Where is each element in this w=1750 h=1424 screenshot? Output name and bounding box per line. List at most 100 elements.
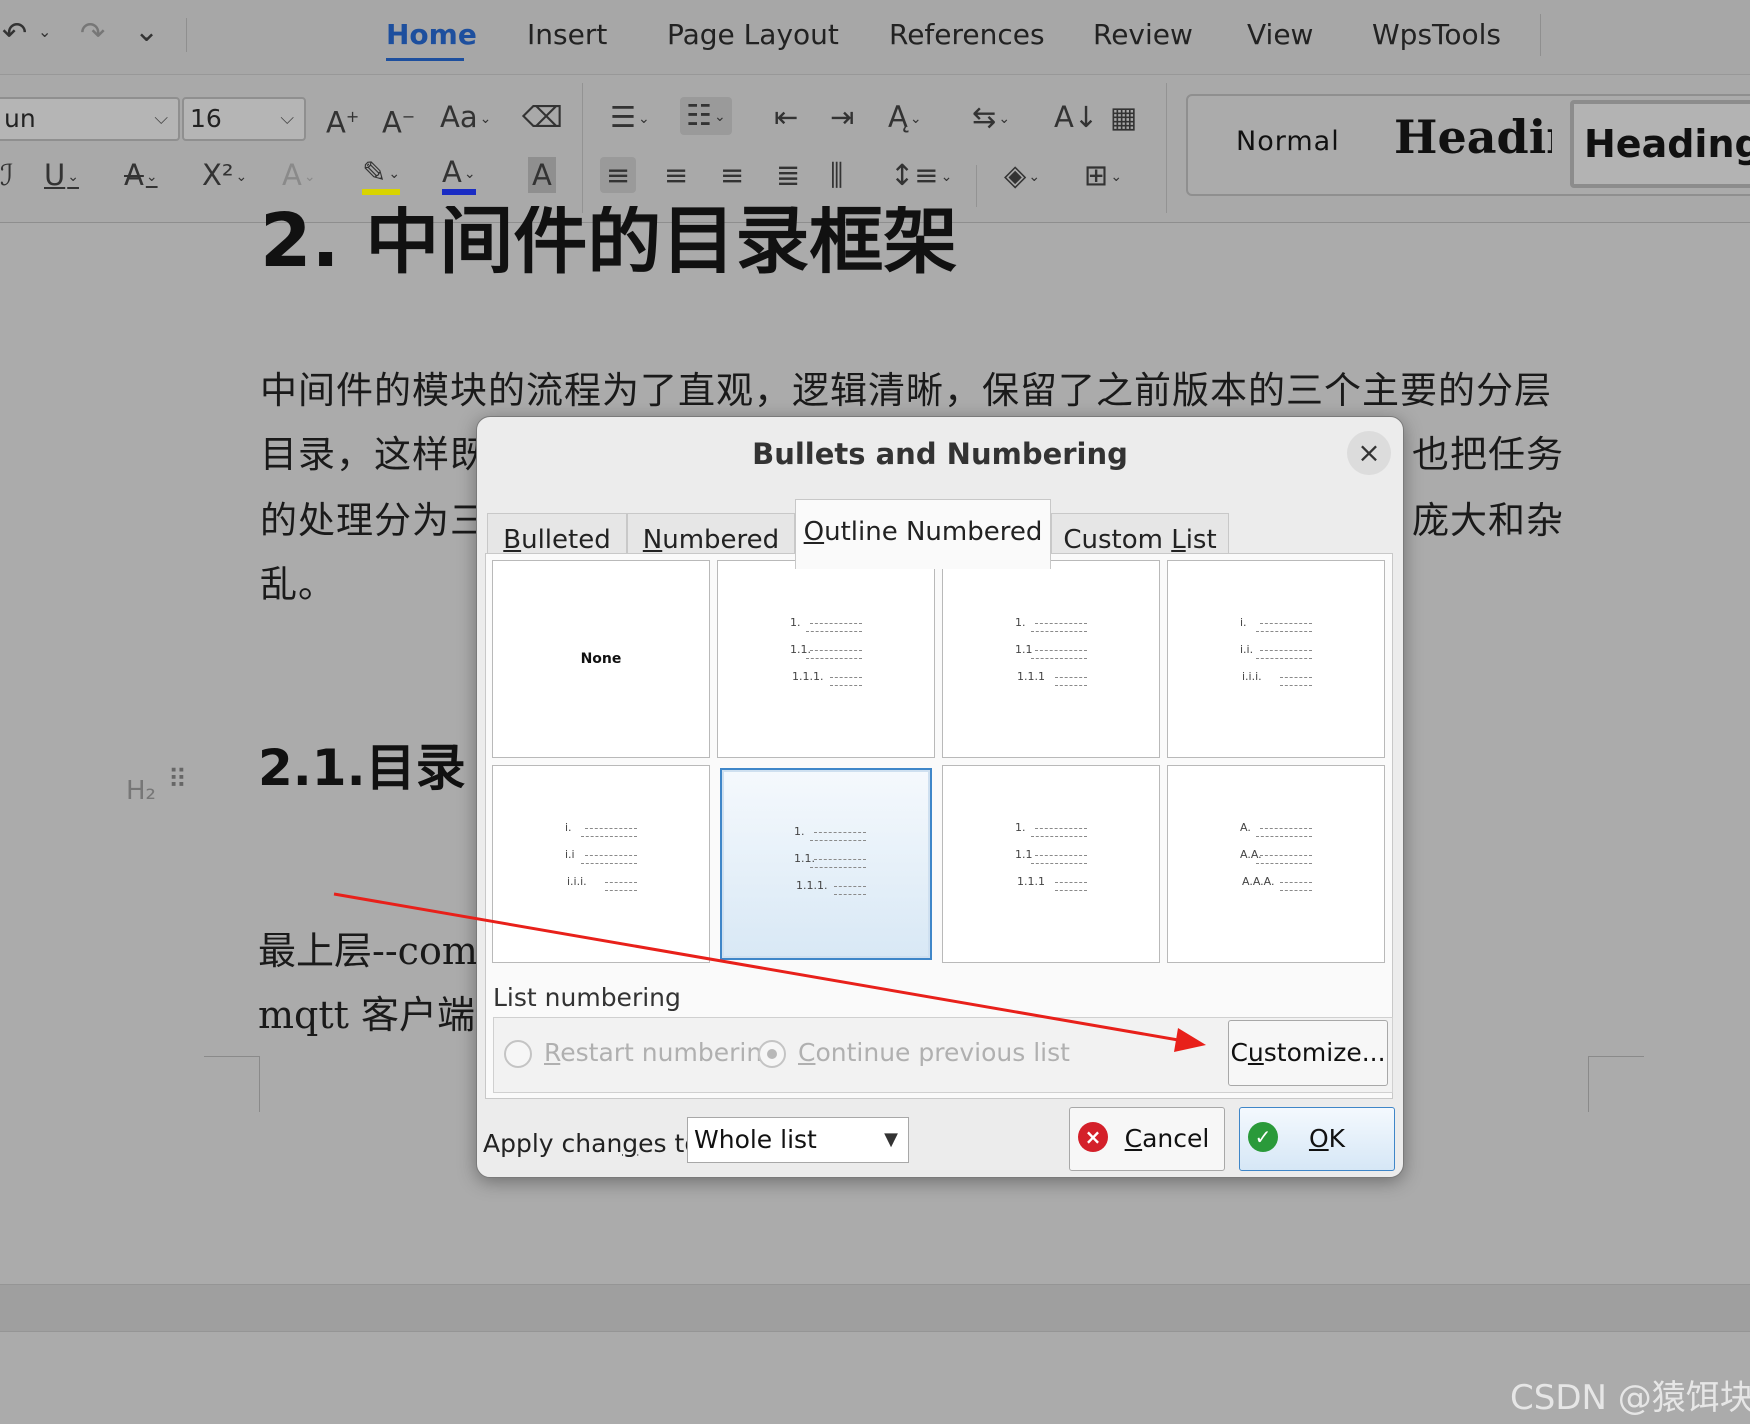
outline-option-1[interactable]: 1. 1.1. 1.1.1. <box>717 560 935 758</box>
grow-font-icon[interactable]: A+ <box>326 99 359 141</box>
cancel-button[interactable]: × Cancel <box>1069 1107 1225 1171</box>
outline-option-5-selected[interactable]: 1. 1.1. 1.1.1. <box>720 768 932 960</box>
tab-view[interactable]: View <box>1247 18 1313 51</box>
preview-text-dash <box>1031 863 1087 864</box>
text-direction-icon[interactable]: Ą ⌄ <box>888 99 922 137</box>
dropdown-arrow-icon: ▼ <box>884 1129 898 1150</box>
tab-wpstools[interactable]: WpsTools <box>1372 18 1501 51</box>
borders-icon[interactable]: ⊞ ⌄ <box>1084 157 1122 195</box>
decrease-indent-icon[interactable]: ⇤ <box>774 99 798 135</box>
preview-text-dash <box>810 623 862 624</box>
increase-indent-icon[interactable]: ⇥ <box>830 99 854 135</box>
character-shading-icon[interactable]: A <box>528 157 556 193</box>
numbering-icon[interactable]: ☷ ⌄ <box>680 97 732 135</box>
superscript-icon[interactable]: X² ⌄ <box>202 157 247 195</box>
restart-numbering-label: Restart numbering <box>544 1038 779 1067</box>
preview-text-dash <box>1256 658 1312 659</box>
sort-direction-icon[interactable]: ⇆ ⌄ <box>972 99 1010 137</box>
dialog-tabs: Bulleted Numbered Outline Numbered Custo… <box>487 499 1395 569</box>
outline-option-6[interactable]: 1. 1.1 1.1.1 <box>942 765 1160 963</box>
tab-page-layout[interactable]: Page Layout <box>667 18 839 51</box>
justify-icon[interactable]: ≣ <box>776 157 800 193</box>
toolbar-divider <box>582 83 583 213</box>
change-case-icon[interactable]: Aa ⌄ <box>440 99 491 137</box>
preview-level-3: 1.1.1. <box>790 671 900 698</box>
chevron-down-icon: ⌵ <box>280 108 294 129</box>
preview-text-dash <box>1035 855 1087 856</box>
outline-option-7[interactable]: A. A.A. A.A.A. <box>1167 765 1385 963</box>
continue-list-label: Continue previous list <box>798 1038 1070 1067</box>
strikethrough-icon[interactable]: A ⌄ <box>124 157 158 195</box>
preview-text-dash <box>1055 685 1087 686</box>
font-name-combo[interactable]: un ⌵ <box>0 97 180 141</box>
tab-insert[interactable]: Insert <box>527 18 607 51</box>
continue-list-radio[interactable] <box>758 1040 786 1068</box>
preview-text-dash <box>1035 828 1087 829</box>
style-heading-1[interactable]: Heading <box>1394 110 1552 164</box>
page-corner-mark <box>204 1056 260 1112</box>
line-spacing-icon[interactable]: ↕≡ ⌄ <box>890 157 952 195</box>
highlight-color-icon[interactable]: ✎ ⌄ <box>362 157 401 195</box>
preview-number: 1.1.1. <box>792 670 824 683</box>
preview-number: 1.1. <box>790 643 811 656</box>
paragraph-line: 乱。 <box>260 563 336 606</box>
undo-dropdown-icon[interactable]: ⌄ <box>38 22 51 41</box>
sort-icon[interactable]: A↓ <box>1054 99 1098 135</box>
preview-text-dash <box>1031 836 1087 837</box>
align-left-icon[interactable]: ≡ <box>600 157 637 193</box>
underline-icon[interactable]: U ⌄ <box>44 157 79 195</box>
apply-changes-label: Apply changes to: <box>483 1129 709 1158</box>
numbering-preview: A. A.A. A.A.A. <box>1240 822 1350 903</box>
restart-numbering-radio[interactable] <box>504 1040 532 1068</box>
customize-button[interactable]: Customize... <box>1228 1020 1388 1086</box>
preview-number: 1.1 <box>1015 643 1033 656</box>
bullets-icon[interactable]: ☰ ⌄ <box>610 99 650 137</box>
style-heading-2[interactable]: Heading <box>1570 100 1750 188</box>
outline-option-2[interactable]: 1. 1.1 1.1.1 <box>942 560 1160 758</box>
preview-level-1: 1. <box>794 826 904 853</box>
apply-changes-select[interactable]: Whole list ▼ <box>687 1117 909 1163</box>
font-size-combo[interactable]: 16 ⌵ <box>182 97 306 141</box>
body-line: mqtt 客户端 <box>258 993 475 1037</box>
font-color-icon[interactable]: A ⌄ <box>442 157 476 195</box>
outline-option-none[interactable]: None <box>492 560 710 758</box>
preview-text-dash <box>605 890 637 891</box>
preview-number: A.A. <box>1240 848 1262 861</box>
italic-icon[interactable]: ℐ <box>0 157 14 193</box>
distribute-icon[interactable]: ⫼ <box>830 157 843 193</box>
text-effects-icon[interactable]: A ⌄ <box>282 157 316 195</box>
preview-level-2: 1.1 <box>1015 644 1125 671</box>
preview-text-dash <box>806 631 862 632</box>
preview-text-dash <box>1280 882 1312 883</box>
preview-number: 1. <box>1015 616 1026 629</box>
columns-icon[interactable]: ▦ <box>1110 99 1137 135</box>
undo-icon[interactable]: ↶ <box>2 16 27 51</box>
drag-handle-icon[interactable]: ⠿ <box>168 767 192 793</box>
align-right-icon[interactable]: ≡ <box>720 157 744 193</box>
align-center-icon[interactable]: ≡ <box>664 157 688 193</box>
clear-formatting-icon[interactable]: ⌫ <box>522 99 563 135</box>
close-icon[interactable]: × <box>1347 431 1391 475</box>
tab-home[interactable]: Home <box>386 18 477 51</box>
tab-outline-numbered[interactable]: Outline Numbered <box>795 499 1051 569</box>
outline-option-3[interactable]: i. i.i. i.i.i. <box>1167 560 1385 758</box>
preview-level-3: 1.1.1 <box>1015 876 1125 903</box>
tab-references[interactable]: References <box>889 18 1045 51</box>
numbering-preview: 1. 1.1. 1.1.1. <box>790 617 900 698</box>
preview-level-3: i.i.i. <box>1240 671 1350 698</box>
customize-quick-access-icon[interactable]: ⌄ <box>134 14 159 49</box>
preview-level-2: i.i <box>565 849 675 876</box>
preview-text-dash <box>1280 685 1312 686</box>
redo-icon[interactable]: ↷ <box>80 16 105 51</box>
ok-button[interactable]: ✓ OK <box>1239 1107 1395 1171</box>
preview-text-dash <box>1280 677 1312 678</box>
numbering-preview: i. i.i. i.i.i. <box>1240 617 1350 698</box>
preview-text-dash <box>814 832 866 833</box>
tab-review[interactable]: Review <box>1093 18 1193 51</box>
outline-option-4[interactable]: i. i.i i.i.i. <box>492 765 710 963</box>
preview-text-dash <box>1260 623 1312 624</box>
paragraph-shading-icon[interactable]: ◈ ⌄ <box>1004 157 1040 195</box>
style-normal[interactable]: Normal <box>1236 126 1340 157</box>
preview-text-dash <box>585 855 637 856</box>
shrink-font-icon[interactable]: A− <box>382 99 415 141</box>
